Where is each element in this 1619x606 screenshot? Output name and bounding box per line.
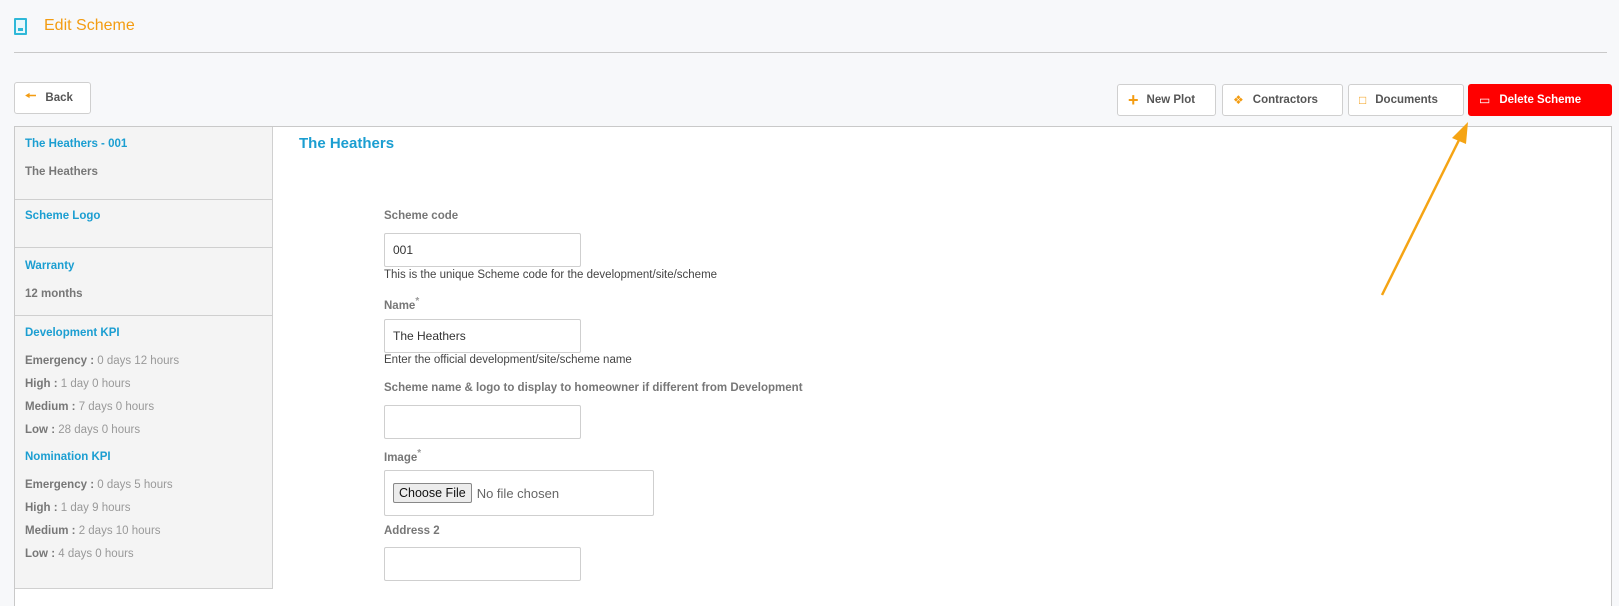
users-icon: ❖: [1233, 93, 1244, 107]
name-help: Enter the official development/site/sche…: [384, 354, 632, 366]
sidebar-nom-kpi-link[interactable]: Nomination KPI: [25, 451, 111, 463]
sidebar-section-logo: Scheme Logo: [15, 200, 272, 248]
documents-label: Documents: [1375, 94, 1438, 106]
required-mark: *: [417, 448, 422, 459]
nom-kpi-low: Low : 4 days 0 hours: [25, 548, 134, 560]
kpi-value: 1 day 0 hours: [60, 378, 131, 390]
new-plot-button[interactable]: + New Plot: [1117, 84, 1216, 116]
kpi-value: 0 days 12 hours: [97, 355, 180, 367]
nom-kpi-high: High : 1 day 9 hours: [25, 502, 130, 514]
sidebar-warranty-value: 12 months: [25, 288, 83, 300]
name-input[interactable]: The Heathers: [384, 319, 581, 353]
dev-kpi-low: Low : 28 days 0 hours: [25, 424, 140, 436]
dev-kpi-medium: Medium : 7 days 0 hours: [25, 401, 154, 413]
trash-icon: ▭: [1479, 93, 1491, 107]
delete-scheme-button[interactable]: ▭ Delete Scheme: [1468, 84, 1612, 116]
arrow-head: [1452, 122, 1468, 144]
kpi-level: Low :: [25, 548, 56, 560]
nom-kpi-medium: Medium : 2 days 10 hours: [25, 525, 161, 537]
dev-kpi-emergency: Emergency : 0 days 12 hours: [25, 355, 179, 367]
scheme-code-help: This is the unique Scheme code for the d…: [384, 269, 718, 281]
file-status-text: No file chosen: [476, 485, 560, 501]
scheme-code-label: Scheme code: [384, 210, 459, 222]
sidebar-scheme-name: The Heathers: [25, 166, 98, 178]
name-label: Name*: [384, 296, 419, 312]
annotation-arrow: [1380, 122, 1468, 296]
sidebar-scheme-link[interactable]: The Heathers - 001: [25, 138, 127, 150]
display-name-label: Scheme name & logo to display to homeown…: [384, 382, 803, 394]
kpi-level: Emergency :: [25, 355, 95, 367]
contractors-button[interactable]: ❖ Contractors: [1222, 84, 1343, 116]
kpi-level: High :: [25, 378, 58, 390]
image-file-input: Choose File No file chosen: [384, 470, 654, 516]
name-label-text: Name: [384, 299, 416, 312]
required-mark: *: [415, 296, 420, 307]
address2-input[interactable]: [384, 547, 581, 581]
sidebar-section-scheme: The Heathers - 001 The Heathers: [15, 127, 272, 200]
building-icon: [14, 17, 27, 35]
display-name-input[interactable]: [384, 405, 581, 439]
kpi-value: 7 days 0 hours: [78, 401, 155, 413]
choose-file-button[interactable]: Choose File: [393, 483, 472, 503]
image-label: Image*: [384, 448, 421, 464]
kpi-value: 4 days 0 hours: [58, 548, 134, 560]
contractors-label: Contractors: [1252, 94, 1318, 106]
new-plot-label: New Plot: [1146, 94, 1196, 106]
back-button[interactable]: 🠔 Back: [14, 82, 91, 114]
kpi-level: Emergency :: [25, 479, 95, 491]
image-label-text: Image: [384, 451, 418, 464]
nom-kpi-emergency: Emergency : 0 days 5 hours: [25, 479, 173, 491]
kpi-level: Low :: [25, 424, 56, 436]
plus-icon: +: [1128, 89, 1139, 110]
kpi-level: High :: [25, 502, 58, 514]
kpi-value: 28 days 0 hours: [58, 424, 141, 436]
dev-kpi-high: High : 1 day 0 hours: [25, 378, 130, 390]
scheme-code-input[interactable]: 001: [384, 233, 581, 267]
documents-button[interactable]: □ Documents: [1348, 84, 1464, 116]
delete-scheme-label: Delete Scheme: [1499, 94, 1582, 106]
sidebar-dev-kpi-link[interactable]: Development KPI: [25, 327, 120, 339]
kpi-level: Medium :: [25, 401, 76, 413]
kpi-value: 2 days 10 hours: [78, 525, 161, 537]
kpi-value: 1 day 9 hours: [60, 502, 131, 514]
scheme-sidebar: The Heathers - 001 The Heathers Scheme L…: [15, 127, 273, 589]
kpi-value: 0 days 5 hours: [97, 479, 173, 491]
address2-label: Address 2: [384, 525, 440, 537]
document-icon: □: [1359, 93, 1367, 107]
form-title: The Heathers: [299, 135, 395, 152]
sidebar-section-warranty: Warranty 12 months: [15, 248, 272, 316]
header-divider: [14, 52, 1607, 53]
kpi-level: Medium :: [25, 525, 76, 537]
arrow-shaft: [1380, 133, 1464, 296]
arrow-left-icon: 🠔: [25, 88, 37, 103]
sidebar-warranty-link[interactable]: Warranty: [25, 260, 74, 272]
page-title: Edit Scheme: [44, 17, 135, 34]
page-header: Edit Scheme: [14, 12, 135, 40]
back-button-label: Back: [45, 92, 73, 104]
sidebar-logo-link[interactable]: Scheme Logo: [25, 210, 100, 222]
